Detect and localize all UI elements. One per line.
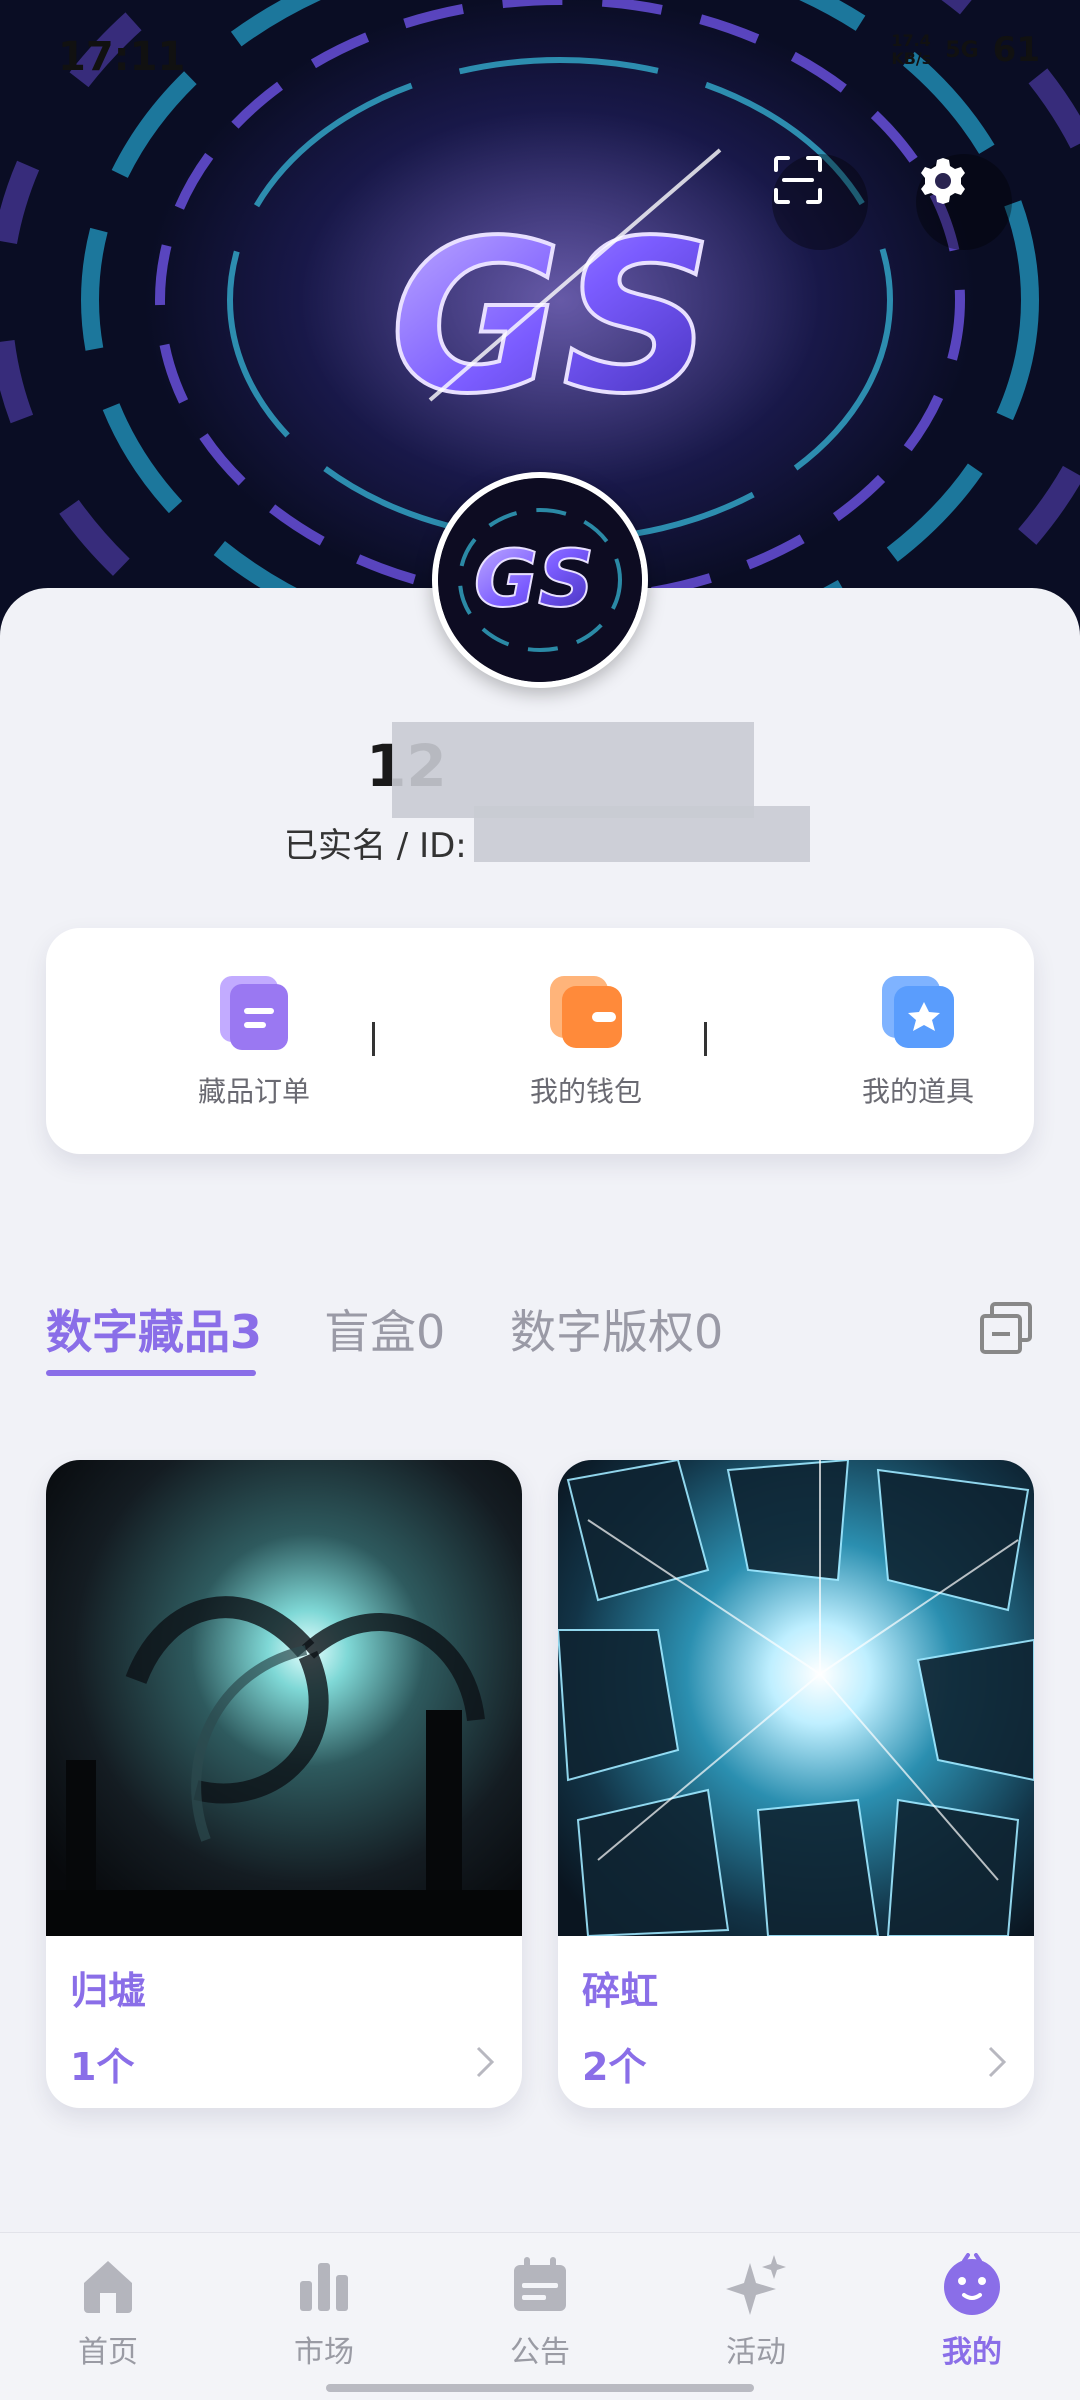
redacted-id [474,806,810,862]
calendar-icon [514,2257,566,2311]
avatar-logo: GS [438,478,642,682]
document-icon [214,972,294,1052]
collection-card[interactable]: 碎虹 2个 [558,1460,1034,2108]
layout-toggle-icon[interactable] [978,1300,1034,1356]
collection-card[interactable]: 归墟 1个 [46,1460,522,2108]
status-bar: 17:11 17.4 KB/s 5G 61 [0,0,1080,110]
action-divider [372,1022,375,1056]
action-divider [704,1022,707,1056]
status-time: 17:11 [58,34,186,80]
tab-digital-collectibles[interactable]: 数字藏品3 [46,1296,262,1362]
status-indicators: 17.4 KB/s 5G 61 [891,30,1040,70]
redacted-username [392,722,754,818]
svg-text:GS: GS [474,535,594,625]
smiley-icon [944,2253,1000,2315]
sparkle-icon [726,2255,786,2315]
nav-announcements[interactable]: 公告 [470,2253,610,2371]
tab-digital-copyright[interactable]: 数字版权0 [510,1296,723,1362]
orders-label: 藏品订单 [197,1075,310,1108]
props-action[interactable]: 我的道具 [808,972,1028,1110]
card-title: 碎虹 [582,1969,659,2013]
scan-button[interactable] [772,154,868,250]
scan-icon [774,156,822,204]
avatar[interactable]: GS [432,472,648,688]
chevron-right-icon [988,2046,1007,2078]
signal-label: 5G [945,37,979,63]
bottom-navigation: 首页 市场 公告 活动 我的 [0,2232,1080,2400]
card-title: 归墟 [70,1969,147,2013]
props-label: 我的道具 [861,1075,974,1108]
wallet-icon [546,972,626,1052]
wallet-action[interactable]: 我的钱包 [476,972,696,1110]
verification-id: 已实名 / ID: [284,826,467,866]
active-tab-indicator [46,1370,256,1376]
shattered-glass-image [558,1460,1034,1936]
tab-blind-box[interactable]: 盲盒0 [324,1296,445,1362]
star-card-icon [878,972,958,1052]
card-count: 1个 [70,2045,135,2089]
galaxy-vortex-image [46,1460,522,1936]
nav-activities[interactable]: 活动 [686,2253,826,2371]
orders-action[interactable]: 藏品订单 [144,972,364,1110]
home-indicator[interactable] [326,2384,754,2392]
svg-text:GS: GS [390,195,714,440]
wallet-label: 我的钱包 [529,1075,642,1108]
nav-home[interactable]: 首页 [38,2253,178,2371]
bar-chart-icon [300,2263,348,2311]
chevron-right-icon [476,2046,495,2078]
battery-level: 61 [992,30,1040,70]
home-icon [84,2261,132,2313]
nav-market[interactable]: 市场 [254,2253,394,2371]
gear-icon [921,158,965,204]
card-count: 2个 [582,2045,647,2089]
settings-button[interactable] [916,154,1012,250]
nav-mine[interactable]: 我的 [902,2253,1042,2371]
quick-actions-card: 藏品订单 我的钱包 我的道具 [46,928,1034,1154]
network-speed: 17.4 KB/s [891,31,932,68]
